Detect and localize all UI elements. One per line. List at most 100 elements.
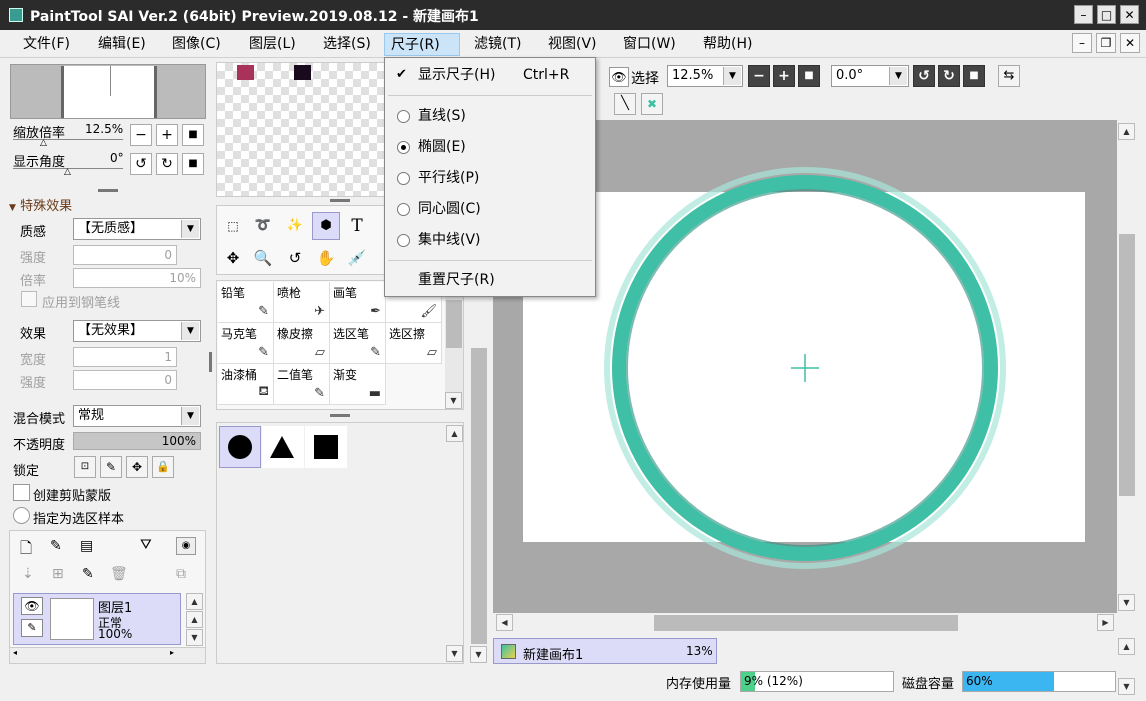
zoom-slider[interactable] — [13, 139, 123, 140]
close-button[interactable]: ✕ — [1120, 5, 1139, 24]
square-shape[interactable] — [305, 426, 347, 468]
panel-splitter[interactable] — [330, 199, 350, 202]
brush-gradient[interactable]: 渐变 ▬ — [330, 364, 386, 405]
lasso-icon[interactable]: ➰ — [249, 212, 277, 240]
lock-paint-icon[interactable]: ✎ — [100, 456, 122, 478]
brush-binary[interactable]: 二值笔 ✎ — [274, 364, 330, 405]
canvas-vscroll[interactable]: ▲ ▼ — [1117, 120, 1137, 613]
symmetry-icon[interactable]: ✖ — [641, 93, 663, 115]
scroll-down-icon[interactable]: ▼ — [1118, 594, 1135, 611]
scroll-down-icon[interactable]: ▼ — [1118, 678, 1135, 695]
brush-brush[interactable]: 画笔 ✒ — [330, 282, 386, 323]
rotate-icon[interactable]: ↺ — [281, 244, 309, 272]
selection-source-radio[interactable] — [13, 507, 30, 524]
scroll-left-icon[interactable]: ◀ — [496, 614, 513, 631]
brush-select-pen[interactable]: 选区笔 ✎ — [330, 323, 386, 364]
layer-down-icon[interactable]: ▼ — [186, 629, 203, 646]
new-linework-icon[interactable]: ▤ — [80, 538, 93, 554]
toolbar-zoom-reset-button[interactable]: ■ — [798, 65, 820, 87]
reset-ruler-item[interactable]: 重置尺子(R) — [386, 266, 594, 294]
hand-icon[interactable]: ✋ — [312, 244, 340, 272]
mdi-restore-button[interactable]: ❐ — [1096, 33, 1116, 53]
mask-icon[interactable]: ⛛ — [140, 537, 152, 553]
move-icon[interactable]: ✥ — [219, 244, 247, 272]
maximize-button[interactable]: □ — [1097, 5, 1116, 24]
new-folder-icon[interactable]: ✎ — [50, 538, 62, 554]
toolbar-zoom-in-button[interactable]: + — [773, 65, 795, 87]
show-ruler-item[interactable]: ✔ 显示尺子(H) Ctrl+R — [386, 61, 594, 89]
scroll-down-icon[interactable]: ▼ — [445, 392, 462, 409]
apply-pen-checkbox[interactable] — [21, 291, 37, 307]
blend-select[interactable]: 常规 ▼ — [73, 405, 201, 427]
layer-up-icon[interactable]: ▲ — [186, 611, 203, 628]
delete-layer-icon[interactable]: 🗑 — [110, 566, 128, 582]
brush-bucket[interactable]: 油漆桶 ⛾ — [218, 364, 274, 405]
clip-checkbox[interactable] — [13, 484, 30, 501]
panel-scrollbar-thumb[interactable] — [471, 348, 487, 644]
navigator-preview[interactable] — [10, 64, 206, 119]
eyedropper-icon[interactable]: 💉 — [343, 244, 371, 272]
magic-wand-icon[interactable]: ✨ — [281, 212, 309, 240]
menu-select[interactable]: 选择(S) — [317, 33, 377, 56]
swatch[interactable] — [294, 65, 311, 80]
hscroll-thumb[interactable] — [654, 615, 958, 631]
menu-edit[interactable]: 编辑(E) — [92, 33, 152, 56]
scrollbar-thumb[interactable] — [446, 300, 462, 348]
menu-window[interactable]: 窗口(W) — [617, 33, 682, 56]
eye-icon[interactable]: 👁 — [609, 67, 629, 87]
layer-group-icon[interactable]: ⧉ — [176, 566, 186, 582]
canvas-tab[interactable]: 新建画布1 13% — [493, 638, 717, 664]
toolbar-angle-select[interactable]: 0.0° ▼ — [831, 65, 909, 87]
brush-pencil[interactable]: 铅笔 ✎ — [218, 282, 274, 323]
vscroll-thumb[interactable] — [1119, 234, 1135, 496]
merge-down-icon[interactable]: ⊞ — [52, 566, 64, 582]
brush-marker[interactable]: 马克笔 ✎ — [218, 323, 274, 364]
left-panel-splitter[interactable] — [209, 352, 212, 372]
triangle-shape[interactable] — [262, 426, 304, 468]
zoom-icon[interactable]: 🔍 — [249, 244, 277, 272]
menu-layer[interactable]: 图层(L) — [243, 33, 302, 56]
scroll-down-icon[interactable]: ▼ — [470, 646, 487, 663]
ruler-radial-item[interactable]: 集中线(V) — [386, 226, 594, 254]
brush-eraser[interactable]: 橡皮擦 ▱ — [274, 323, 330, 364]
zoom-out-button[interactable]: − — [130, 124, 152, 146]
lock-transparency-icon[interactable]: ⊡ — [74, 456, 96, 478]
texture-select[interactable]: 【无质感】 ▼ — [73, 218, 201, 240]
brush-select-eraser[interactable]: 选区擦 ▱ — [386, 323, 442, 364]
scroll-right-icon[interactable]: ▶ — [1097, 614, 1114, 631]
tab-scroll[interactable]: ▲ ▼ — [1117, 636, 1137, 698]
toolbar-rotate-left-button[interactable]: ↺ — [913, 65, 935, 87]
scroll-left-icon[interactable]: ◂ — [13, 648, 17, 657]
panel-splitter[interactable] — [98, 189, 118, 192]
zoom-slider-thumb[interactable]: △ — [40, 139, 47, 148]
scale-field[interactable]: 10% — [73, 268, 201, 288]
strength-field[interactable]: 0 — [73, 245, 177, 265]
new-layer-icon[interactable]: 🗋 — [20, 538, 32, 563]
eye-icon[interactable]: 👁 — [21, 597, 43, 615]
strength2-field[interactable]: 0 — [73, 370, 177, 390]
menu-file[interactable]: 文件(F) — [17, 33, 76, 56]
text-icon[interactable]: T — [343, 212, 371, 240]
transfer-down-icon[interactable]: ⇣ — [22, 566, 34, 582]
ruler-line-item[interactable]: 直线(S) — [386, 102, 594, 130]
stabilizer-line-icon[interactable]: ╲ — [614, 93, 636, 115]
mdi-close-button[interactable]: ✕ — [1120, 33, 1140, 53]
rotate-left-button[interactable]: ↺ — [130, 153, 152, 175]
ruler-concentric-item[interactable]: 同心圆(C) — [386, 195, 594, 223]
brush-airbrush[interactable]: 喷枪 ✈ — [274, 282, 330, 323]
pencil-icon[interactable]: ✎ — [21, 619, 43, 637]
layer-scroll-up[interactable]: ▲ — [186, 593, 203, 610]
circle-shape[interactable] — [219, 426, 261, 468]
rect-select-icon[interactable]: ⬚ — [219, 212, 247, 240]
menu-view[interactable]: 视图(V) — [542, 33, 603, 56]
scroll-up-icon[interactable]: ▲ — [1118, 638, 1135, 655]
angle-slider-thumb[interactable]: △ — [64, 168, 71, 177]
layer-mask-icon[interactable]: ◉ — [176, 537, 196, 555]
zoom-in-button[interactable]: + — [156, 124, 178, 146]
toolbar-rotate-right-button[interactable]: ↻ — [938, 65, 960, 87]
menu-filter[interactable]: 滤镜(T) — [468, 33, 527, 56]
select-pen-icon[interactable]: ⬢ — [312, 212, 340, 240]
ruler-center-icon[interactable] — [791, 354, 819, 382]
rotate-reset-button[interactable]: ■ — [182, 153, 204, 175]
scroll-down-icon[interactable]: ▼ — [446, 645, 463, 662]
